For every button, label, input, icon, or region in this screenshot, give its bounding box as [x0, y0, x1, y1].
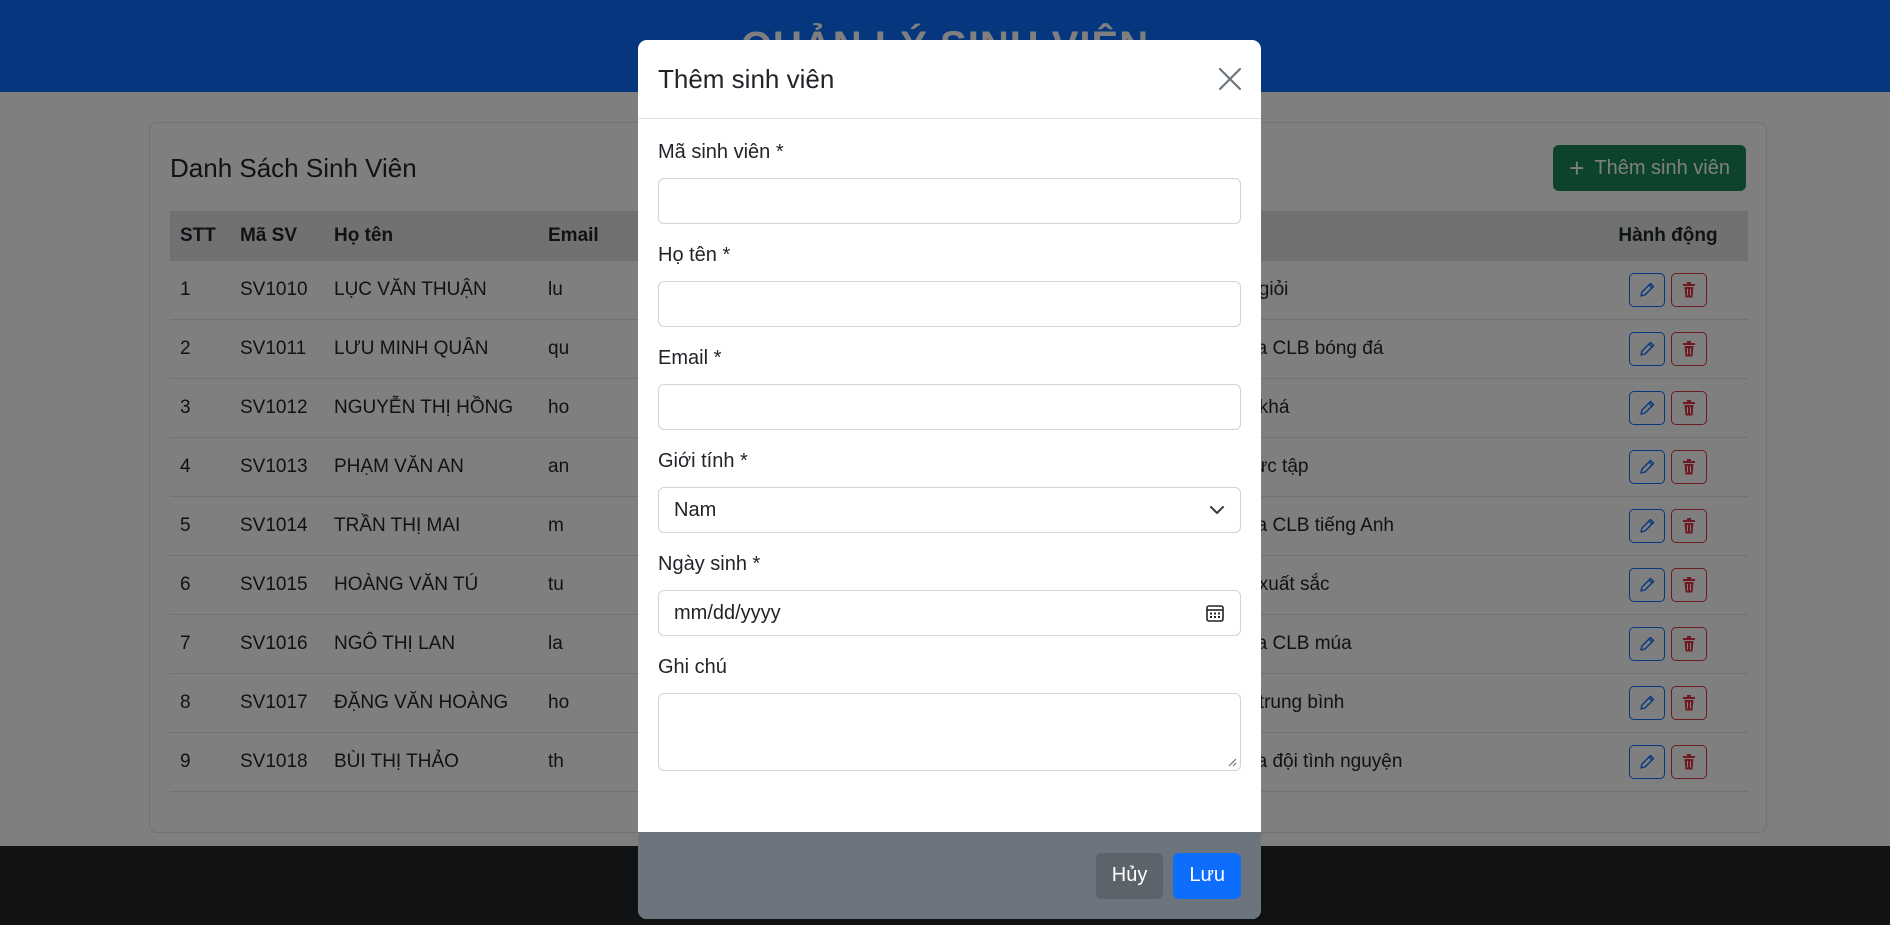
field-gioi-tinh: Giới tính * Nam [658, 450, 1241, 533]
gioi-tinh-label: Giới tính * [658, 450, 748, 472]
close-button[interactable] [1215, 64, 1245, 94]
chevron-down-icon [1210, 506, 1224, 514]
modal-title: Thêm sinh viên [658, 64, 835, 94]
field-ma-sv: Mã sinh viên * [658, 141, 1241, 224]
ma-sv-label: Mã sinh viên * [658, 141, 784, 163]
email-label: Email * [658, 347, 722, 369]
email-input[interactable] [658, 384, 1241, 430]
add-student-modal: Thêm sinh viên Mã sinh viên * Họ tên * E… [638, 40, 1261, 919]
modal-footer: Hủy Lưu [638, 832, 1261, 919]
close-icon [1218, 67, 1242, 91]
gioi-tinh-select[interactable]: Nam [658, 487, 1241, 533]
field-ngay-sinh: Ngày sinh * mm/dd/yyyy [658, 553, 1241, 636]
resize-grip-icon [1228, 758, 1237, 767]
ghi-chu-label: Ghi chú [658, 656, 727, 678]
calendar-icon [1206, 605, 1224, 622]
modal-header: Thêm sinh viên [638, 40, 1261, 119]
modal-body: Mã sinh viên * Họ tên * Email * Giới tín… [638, 119, 1261, 771]
cancel-button[interactable]: Hủy [1095, 852, 1164, 899]
save-button[interactable]: Lưu [1173, 852, 1241, 899]
field-ho-ten: Họ tên * [658, 244, 1241, 327]
gioi-tinh-value: Nam [674, 498, 717, 521]
ngay-sinh-input[interactable]: mm/dd/yyyy [658, 590, 1241, 636]
ngay-sinh-placeholder: mm/dd/yyyy [674, 601, 781, 624]
field-ghi-chu: Ghi chú [658, 656, 1241, 771]
ma-sv-input[interactable] [658, 178, 1241, 224]
ho-ten-label: Họ tên * [658, 244, 731, 266]
ghi-chu-textarea[interactable] [658, 693, 1241, 771]
ngay-sinh-label: Ngày sinh * [658, 553, 761, 575]
field-email: Email * [658, 347, 1241, 430]
ho-ten-input[interactable] [658, 281, 1241, 327]
